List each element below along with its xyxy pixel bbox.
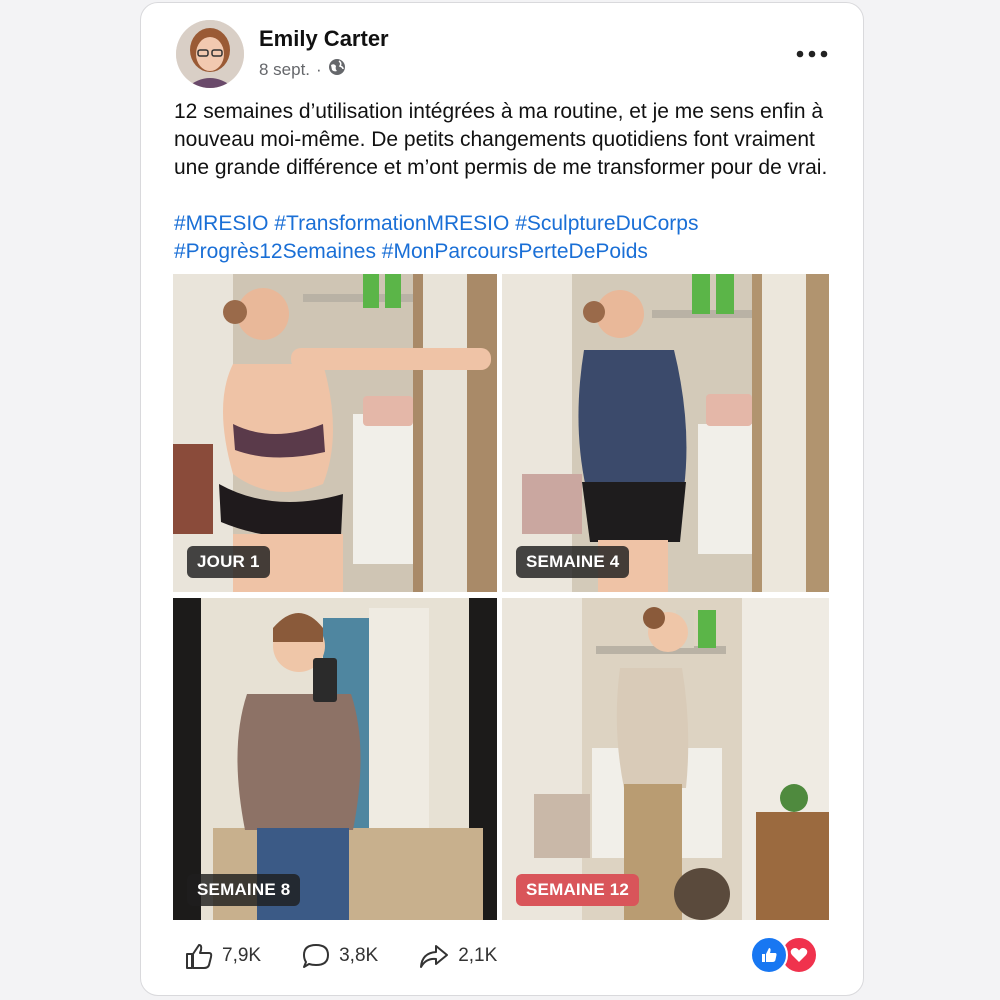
like-button[interactable]: 7,9K <box>184 942 261 970</box>
photo-label: SEMAINE 12 <box>516 874 640 906</box>
more-options-button[interactable] <box>792 42 832 66</box>
share-count: 2,1K <box>458 945 498 966</box>
hashtag-link[interactable]: #MRESIO <box>174 212 269 235</box>
progress-photo-week8[interactable]: SEMAINE 8 <box>173 598 497 920</box>
progress-photo-week12[interactable]: SEMAINE 12 <box>502 598 829 920</box>
more-icon <box>796 50 828 58</box>
photo-label: SEMAINE 8 <box>187 874 301 906</box>
like-reaction-icon <box>750 936 788 974</box>
hashtag-link[interactable]: #TransformationMRESIO <box>274 212 509 235</box>
meta-separator: · <box>316 59 322 79</box>
reaction-summary[interactable] <box>750 936 818 974</box>
share-icon <box>420 945 449 968</box>
post-meta: 8 sept. · <box>259 58 346 81</box>
hashtag-link[interactable]: #Progrès12Semaines <box>174 240 376 263</box>
post-body: 12 semaines d’utilisation intégrées à ma… <box>174 100 828 179</box>
comment-icon <box>303 944 330 968</box>
photo-label: JOUR 1 <box>187 546 270 578</box>
comment-count: 3,8K <box>339 945 379 966</box>
like-count: 7,9K <box>222 945 262 966</box>
post-date[interactable]: 8 sept. <box>259 60 310 80</box>
thumbs-up-icon <box>186 944 213 969</box>
comment-button[interactable]: 3,8K <box>301 942 378 970</box>
share-button[interactable]: 2,1K <box>418 942 497 970</box>
author-name[interactable]: Emily Carter <box>259 26 389 52</box>
hashtag-link[interactable]: #SculptureDuCorps <box>515 212 698 235</box>
hashtag-list: #MRESIO #TransformationMRESIO #Sculpture… <box>174 210 834 266</box>
photo-label: SEMAINE 4 <box>516 546 630 578</box>
globe-icon <box>328 58 346 81</box>
hashtag-link[interactable]: #MonParcoursPerteDePoids <box>382 240 648 263</box>
progress-photo-week4[interactable]: SEMAINE 4 <box>502 274 829 592</box>
post-actions: 7,9K 3,8K 2,1K <box>184 938 537 974</box>
avatar[interactable] <box>176 20 244 88</box>
progress-photo-day1[interactable]: JOUR 1 <box>173 274 497 592</box>
